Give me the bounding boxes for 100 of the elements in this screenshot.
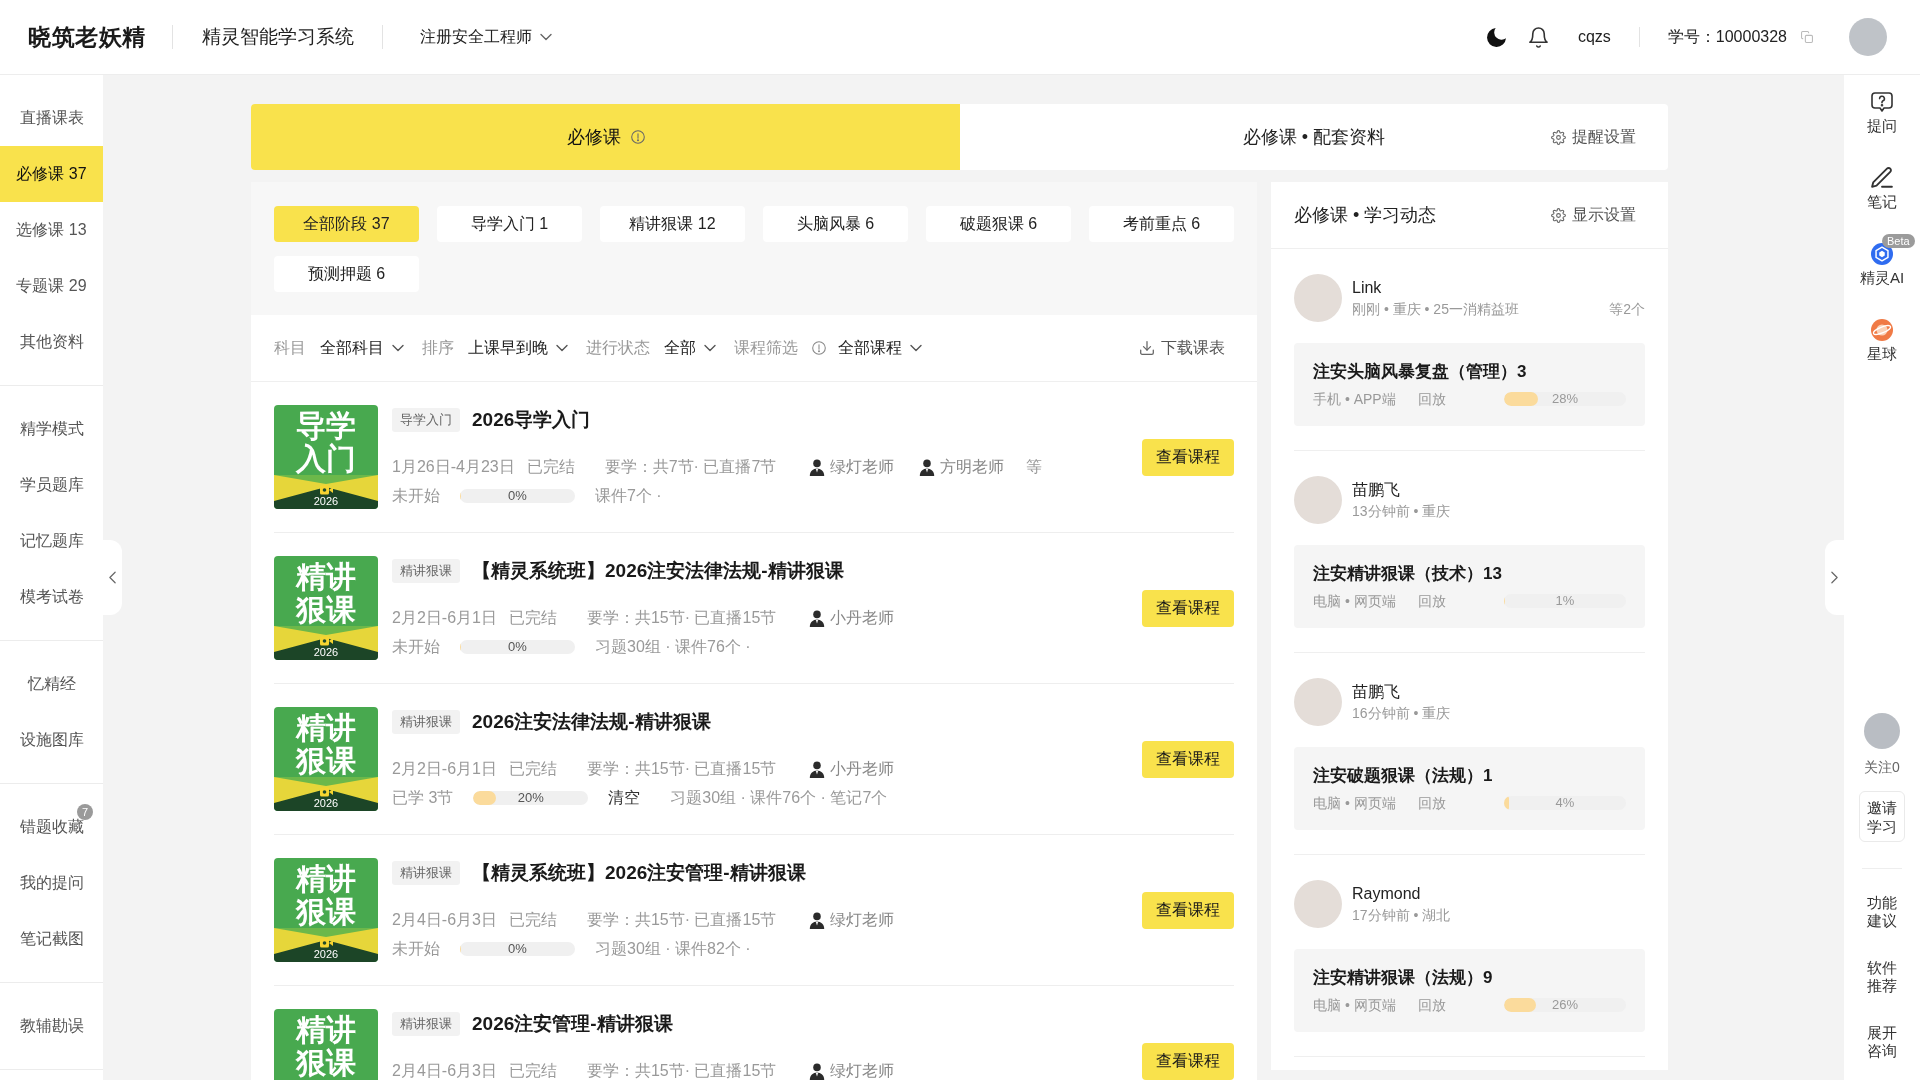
rail-tool-button[interactable]: 笔记 [1844, 167, 1920, 229]
logo: 晓筑老妖精 [28, 23, 146, 52]
rail-link[interactable]: 软件推荐 [1866, 959, 1898, 995]
rail-tool-button[interactable]: 星球 [1844, 319, 1920, 381]
user-avatar[interactable] [1294, 274, 1342, 322]
course-title: 注安头脑风暴复盘（管理）3 [1313, 361, 1528, 383]
course-status: 已完结 [508, 608, 557, 628]
cover-title: 导学入门 [295, 408, 357, 475]
rail-tool-button[interactable]: 提问 [1844, 91, 1920, 153]
download-icon [1140, 341, 1154, 355]
view-course-button[interactable]: 查看课程 [1142, 589, 1234, 627]
chevron-down-icon [910, 344, 922, 352]
cover-title: 精讲狠课 [295, 1012, 357, 1079]
settings-icon [1551, 129, 1566, 145]
cover-title: 精讲狠课 [295, 861, 357, 928]
stage-filter-chip[interactable]: 破题狠课 6 [926, 206, 1071, 242]
course-extras: 习题30组 · 课件76个 · [595, 637, 751, 657]
view-course-button[interactable]: 查看课程 [1142, 1042, 1234, 1080]
cover-title: 精讲狠课 [295, 559, 357, 626]
panel-title: 必修课 • 学习动态 [1294, 203, 1437, 227]
person-icon [808, 609, 827, 627]
device-info: 电脑 • 网页端 [1313, 794, 1396, 813]
course-extras: 习题30组 · 课件76个 · 笔记7个 [670, 788, 888, 808]
filter-dropdown[interactable]: 上课早到晚 [468, 336, 568, 360]
reminder-settings-button[interactable]: 提醒设置 [1532, 104, 1668, 170]
filter-label: 排序 [422, 338, 454, 358]
lesson-count: 要学：共15节· 已直播15节 [586, 910, 777, 930]
stage-filter-chip[interactable]: 预测押题 6 [274, 256, 419, 292]
beta-badge: Beta [1882, 234, 1915, 248]
stage-filter-chip[interactable]: 考前重点 6 [1089, 206, 1234, 242]
collapse-panel-button[interactable] [1825, 540, 1844, 615]
filter-dropdown[interactable]: 全部科目 [320, 336, 404, 360]
device-info: 电脑 • 网页端 [1313, 592, 1396, 611]
tab[interactable]: 必修课 [251, 104, 960, 170]
course-dates: 2月2日-6月1日 [392, 608, 497, 628]
person-icon [918, 458, 937, 476]
course-extras: 习题30组 · 课件82个 · [595, 939, 751, 959]
progress-label: 已学 3节 [392, 788, 454, 808]
lesson-count: 要学：共15节· 已直播15节 [586, 1061, 777, 1080]
user-name: Raymond [1352, 884, 1422, 904]
playback-mode: 回放 [1417, 794, 1446, 813]
activity-meta: 17分钟前 • 湖北 [1352, 906, 1451, 925]
course-tag: 精讲狠课 [392, 559, 460, 583]
copy-icon[interactable] [1801, 31, 1813, 43]
activity-extra: 等2个 [1609, 300, 1645, 319]
bell-icon[interactable] [1528, 26, 1548, 48]
course-tag: 精讲狠课 [392, 861, 460, 885]
exam-selector[interactable]: 注册安全工程师 [419, 25, 552, 49]
download-button[interactable]: 下载课表 [1140, 336, 1225, 360]
planet-icon [1871, 319, 1893, 341]
progress-label: 未开始 [392, 486, 440, 506]
course-dates: 2月2日-6月1日 [392, 759, 497, 779]
stage-filter-chip[interactable]: 精讲狠课 12 [600, 206, 745, 242]
display-settings-button[interactable]: 显示设置 [1551, 203, 1636, 227]
student-id: 学号：10000328 [1667, 27, 1787, 47]
user-avatar[interactable] [1294, 678, 1342, 726]
clear-button[interactable]: 清空 [608, 788, 641, 808]
chevron-down-icon [704, 344, 716, 352]
video-camera-icon [319, 938, 333, 948]
cover-year: 2026 [313, 948, 339, 961]
stage-filter-chip[interactable]: 全部阶段 37 [274, 206, 419, 242]
progress-label: 未开始 [392, 939, 440, 959]
person-icon [808, 458, 827, 476]
activity-meta: 13分钟前 • 重庆 [1352, 502, 1451, 521]
course-dates: 2月4日-6月3日 [392, 1061, 497, 1080]
teacher-name: 方明老师 [940, 457, 1005, 477]
video-camera-icon [319, 485, 333, 495]
course-status: 已完结 [508, 910, 557, 930]
invite-button[interactable]: 邀请学习 [1859, 791, 1905, 842]
rail-link[interactable]: 功能建议 [1866, 894, 1898, 930]
user-avatar[interactable] [1294, 880, 1342, 928]
settings-icon [1551, 207, 1566, 223]
filter-label: 进行状态 [586, 338, 650, 358]
view-course-button[interactable]: 查看课程 [1142, 740, 1234, 778]
collapse-sidebar-button[interactable] [103, 540, 122, 615]
moon-icon[interactable] [1486, 27, 1506, 47]
course-title: 2026导学入门 [472, 408, 591, 432]
filter-dropdown[interactable]: 全部课程 [838, 336, 922, 360]
progress-percent: 0% [507, 640, 528, 654]
filter-dropdown[interactable]: 全部 [664, 336, 716, 360]
stage-filter-chip[interactable]: 头脑风暴 6 [763, 206, 908, 242]
cover-title: 精讲狠课 [295, 710, 357, 777]
course-title: 【精灵系统班】2026注安管理-精讲狠课 [472, 861, 806, 885]
user-avatar[interactable] [1864, 713, 1900, 749]
username: cqzs [1577, 27, 1611, 47]
course-title: 2026注安法律法规-精讲狠课 [472, 710, 711, 734]
video-camera-icon [319, 636, 333, 646]
hexagon-logo-icon [1871, 243, 1893, 265]
lesson-count: 要学：共7节· 已直播7节 [604, 457, 777, 477]
playback-mode: 回放 [1417, 996, 1446, 1015]
sidebar-item[interactable]: 必修课 37 [0, 146, 103, 202]
view-course-button[interactable]: 查看课程 [1142, 891, 1234, 929]
user-avatar[interactable] [1849, 18, 1887, 56]
user-avatar[interactable] [1294, 476, 1342, 524]
rail-link[interactable]: 展开咨询 [1866, 1024, 1898, 1060]
stage-filter-chip[interactable]: 导学入门 1 [437, 206, 582, 242]
activity-meta: 刚刚 • 重庆 • 25一消精益班 [1352, 300, 1519, 319]
count-badge: 7 [77, 804, 93, 820]
user-name: 苗鹏飞 [1352, 682, 1401, 702]
view-course-button[interactable]: 查看课程 [1142, 438, 1234, 476]
